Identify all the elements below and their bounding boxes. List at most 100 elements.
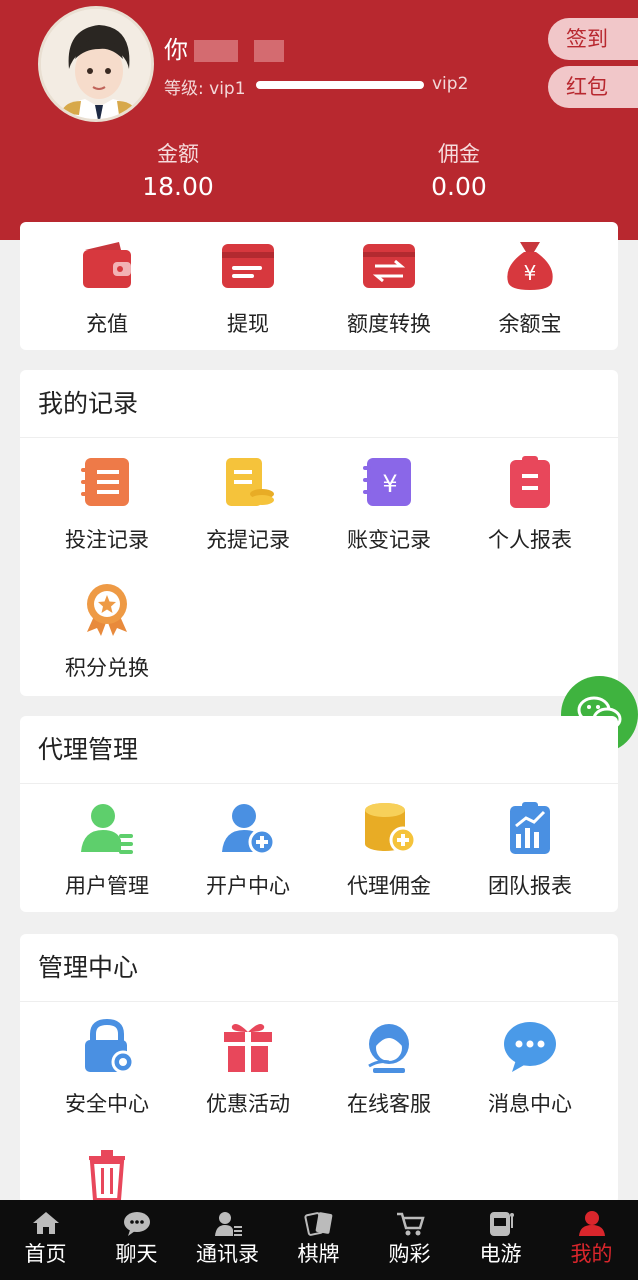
slot-icon (489, 1212, 514, 1236)
agent-commission[interactable]: 代理佣金 (319, 800, 459, 900)
checkin-button[interactable]: 签到 (548, 18, 638, 60)
svg-text:¥: ¥ (382, 470, 397, 498)
profile-header: 你 等级: vip1 vip2 签到 红包 金额 18.00 佣金 0.00 (0, 0, 638, 240)
money-bag-icon: ¥ (507, 242, 553, 290)
tab-label: 购彩 (388, 1242, 431, 1266)
quick-action-transfer[interactable]: 额度转换 (319, 238, 459, 338)
deposit-record-icon (226, 458, 274, 506)
tab-mine[interactable]: 我的 (546, 1200, 637, 1280)
record-points-exchange[interactable]: 积分兑换 (37, 582, 177, 682)
quick-actions-card: 充值 提现 额度转换 ¥ 余额宝 (20, 222, 618, 350)
agent-user-manage[interactable]: 用户管理 (37, 800, 177, 900)
avatar-portrait-icon (41, 9, 151, 119)
record-label: 投注记录 (65, 528, 149, 552)
level-next: vip2 (432, 74, 469, 94)
chat-bubble-icon (504, 1022, 556, 1072)
tab-label: 首页 (24, 1242, 67, 1266)
lock-icon (85, 1018, 135, 1074)
level-progress-bar (256, 81, 424, 89)
commission-stat: 佣金 0.00 (359, 138, 559, 201)
quick-action-recharge[interactable]: 充值 (37, 238, 177, 338)
agent-label: 开户中心 (206, 874, 290, 898)
balance-value: 18.00 (142, 172, 214, 201)
agent-title: 代理管理 (20, 716, 618, 784)
records-card: 我的记录 投注记录 充提记录 ¥ 账变记录 个人报表 积分兑换 (20, 370, 618, 696)
agent-card: 代理管理 用户管理 开户中心 代理佣金 团队报表 (20, 716, 618, 912)
record-label: 个人报表 (488, 528, 572, 552)
contacts-icon (214, 1212, 242, 1236)
manage-label: 优惠活动 (206, 1092, 290, 1116)
balance-stat: 金额 18.00 (78, 138, 278, 201)
profile-icon (578, 1211, 605, 1236)
tab-cards[interactable]: 棋牌 (273, 1200, 364, 1280)
transfer-icon (363, 244, 415, 288)
record-deposit[interactable]: 充提记录 (178, 454, 318, 554)
username-mask (194, 40, 238, 62)
quick-action-label: 额度转换 (347, 312, 431, 336)
username-mask (254, 40, 284, 62)
balance-label: 金额 (157, 142, 199, 166)
quick-action-label: 提现 (227, 312, 269, 336)
trash-icon (89, 1150, 125, 1202)
quick-action-label: 充值 (86, 312, 128, 336)
manage-support[interactable]: 在线客服 (319, 1018, 459, 1118)
manage-messages[interactable]: 消息中心 (460, 1018, 600, 1118)
level-label: 等级: vip1 (164, 79, 246, 99)
medal-icon (87, 584, 127, 636)
tab-home[interactable]: 首页 (0, 1200, 91, 1280)
tab-contacts[interactable]: 通讯录 (182, 1200, 273, 1280)
quick-action-label: 余额宝 (498, 312, 562, 336)
tab-lottery[interactable]: 购彩 (364, 1200, 455, 1280)
tab-slots[interactable]: 电游 (455, 1200, 546, 1280)
record-personal-report[interactable]: 个人报表 (460, 454, 600, 554)
record-label: 充提记录 (206, 528, 290, 552)
card-icon (222, 244, 274, 288)
svg-text:¥: ¥ (524, 261, 537, 285)
tab-label: 棋牌 (297, 1242, 340, 1266)
coins-icon (365, 803, 417, 854)
agent-open-account[interactable]: 开户中心 (178, 800, 318, 900)
add-user-icon (222, 804, 276, 856)
record-label: 积分兑换 (65, 656, 149, 680)
bottom-tab-bar: 首页 聊天 通讯录 棋牌 购彩 电游 我的 (0, 1200, 638, 1280)
gift-icon (224, 1024, 272, 1072)
records-title: 我的记录 (20, 370, 618, 438)
tab-label: 聊天 (115, 1242, 158, 1266)
cart-icon (396, 1212, 425, 1236)
quick-action-yuebao[interactable]: ¥ 余额宝 (460, 238, 600, 338)
avatar[interactable] (38, 6, 154, 122)
manage-label: 在线客服 (347, 1092, 431, 1116)
quick-action-withdraw[interactable]: 提现 (178, 238, 318, 338)
home-icon (32, 1212, 59, 1234)
account-change-icon: ¥ (363, 458, 411, 506)
tab-label: 电游 (479, 1242, 522, 1266)
level-progress-fill (256, 81, 424, 89)
manage-promotions[interactable]: 优惠活动 (178, 1018, 318, 1118)
bet-record-icon (81, 458, 129, 506)
support-icon (368, 1024, 409, 1073)
record-bet[interactable]: 投注记录 (37, 454, 177, 554)
agent-label: 团队报表 (488, 874, 572, 898)
user-manage-icon (81, 804, 133, 854)
commission-label: 佣金 (438, 142, 480, 166)
commission-value: 0.00 (431, 172, 487, 201)
wallet-icon (83, 242, 131, 288)
agent-label: 用户管理 (65, 874, 149, 898)
agent-label: 代理佣金 (347, 874, 431, 898)
team-report-icon (510, 802, 550, 854)
manage-security[interactable]: 安全中心 (37, 1018, 177, 1118)
record-label: 账变记录 (347, 528, 431, 552)
record-account-change[interactable]: ¥ 账变记录 (319, 454, 459, 554)
redpacket-button[interactable]: 红包 (548, 66, 638, 108)
manage-label: 消息中心 (488, 1092, 572, 1116)
agent-team-report[interactable]: 团队报表 (460, 800, 600, 900)
username: 你 (164, 30, 284, 65)
tab-chat[interactable]: 聊天 (91, 1200, 182, 1280)
manage-label: 安全中心 (65, 1092, 149, 1116)
manage-card: 管理中心 安全中心 优惠活动 在线客服 消息中心 (20, 934, 618, 1204)
tab-label: 通讯录 (196, 1242, 259, 1266)
tab-label: 我的 (570, 1242, 613, 1266)
cards-icon (303, 1212, 332, 1236)
manage-title: 管理中心 (20, 934, 618, 1002)
report-icon (510, 456, 550, 508)
